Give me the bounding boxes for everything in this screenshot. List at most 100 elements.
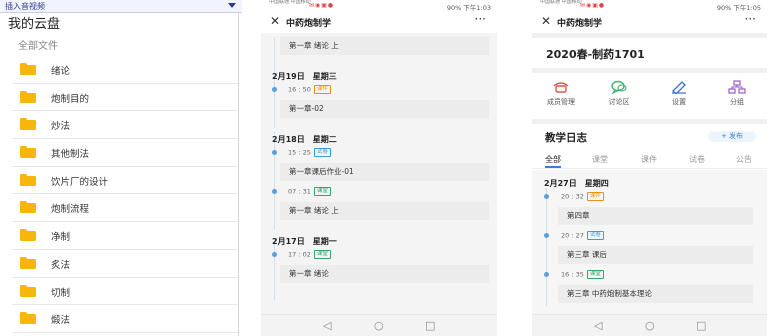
- carrier-label: 中国联通 中国移动: [540, 0, 582, 5]
- group-icon: [728, 80, 746, 94]
- log-entry[interactable]: 第三章 课后: [558, 246, 753, 264]
- home-icon[interactable]: ○: [374, 320, 384, 331]
- back-icon[interactable]: ◁: [323, 320, 331, 331]
- time-text: 15 : 25: [288, 148, 311, 157]
- folder-icon: [20, 146, 36, 159]
- more-icon[interactable]: ···: [745, 12, 756, 26]
- menu-label: 设置: [672, 98, 686, 106]
- folder-icon: [20, 229, 36, 242]
- page-title: 我的云盘: [8, 17, 61, 32]
- log-entry[interactable]: 第一章课后作业-01: [280, 163, 489, 181]
- folder-name: 炮制目的: [51, 93, 90, 105]
- time-text: 20 : 32: [561, 192, 584, 201]
- recent-apps-icon[interactable]: □: [696, 320, 706, 331]
- folder-row[interactable]: 绪论: [0, 56, 242, 84]
- insert-media-bar[interactable]: 插入音视频: [0, 0, 242, 13]
- back-icon[interactable]: ◁: [594, 320, 602, 331]
- folder-name: 其他制法: [51, 149, 90, 161]
- menu-group[interactable]: 分组: [712, 80, 762, 107]
- home-icon[interactable]: ○: [645, 320, 655, 331]
- folder-row[interactable]: 切制: [0, 278, 242, 306]
- folder-icon: [20, 63, 36, 75]
- time-text: 17 : 02: [288, 250, 311, 259]
- tab-courseware[interactable]: 课件: [641, 154, 657, 165]
- course-title: 中药炮制学: [557, 19, 603, 29]
- type-tag: 试卷: [313, 148, 331, 157]
- log-entry[interactable]: 第一章 绪论: [280, 265, 489, 283]
- menu-members[interactable]: 成员管理: [536, 80, 586, 107]
- log-entry[interactable]: 第一章-02: [280, 100, 489, 118]
- folder-name: 煅法: [51, 315, 71, 327]
- system-nav-bar: ◁ ○ □: [532, 314, 767, 336]
- recent-apps-icon[interactable]: □: [425, 320, 435, 331]
- log-time: 16 : 35 课堂: [561, 270, 604, 279]
- folder-icon: [20, 90, 36, 103]
- time-text: 16 : 50: [288, 85, 311, 94]
- log-time: 20 : 27 试卷: [561, 231, 604, 240]
- menu-settings[interactable]: 设置: [654, 80, 704, 107]
- timeline-dot: [272, 189, 277, 194]
- time-text: 07 : 31: [288, 187, 311, 196]
- close-icon[interactable]: ✕: [541, 14, 551, 28]
- class-detail-phone: 中国联通 中国移动 ✉◉▣● 90% 下午1:05 ✕ 中药炮制学 ··· 20…: [532, 0, 767, 336]
- timeline-dot: [544, 272, 549, 277]
- scrollbar-track[interactable]: [238, 13, 239, 336]
- log-time: 20 : 32 课件: [561, 192, 604, 201]
- settings-pen-icon: [672, 81, 686, 94]
- discussion-icon: [611, 80, 627, 94]
- menu-label: 成员管理: [547, 98, 575, 106]
- log-entry[interactable]: 第一章 绪论 上: [280, 37, 489, 55]
- log-entry[interactable]: 第四章: [558, 207, 753, 225]
- folder-row[interactable]: 炮制目的: [0, 84, 242, 112]
- folder-row[interactable]: 饮片厂的设计: [0, 167, 242, 195]
- folder-icon: [20, 256, 36, 269]
- folder-name: 绪论: [51, 66, 71, 77]
- folder-row[interactable]: 其他制法: [0, 139, 242, 167]
- folder-row[interactable]: 炮制流程: [0, 194, 242, 223]
- folder-row[interactable]: 煅法: [0, 305, 242, 333]
- teaching-log-title: 教学日志: [545, 132, 587, 144]
- folder-row[interactable]: 炙法: [0, 250, 242, 278]
- log-date: 2月17日 星期一: [272, 237, 337, 246]
- log-date: 2月27日 星期四: [544, 179, 609, 188]
- log-time: 07 : 31 课堂: [288, 187, 331, 196]
- tab-classroom[interactable]: 课堂: [592, 154, 608, 165]
- menu-discussion[interactable]: 讨论区: [594, 80, 644, 107]
- timeline-dot: [544, 233, 549, 238]
- notification-icons: ✉◉▣●: [580, 2, 606, 9]
- menu-label: 分组: [730, 98, 744, 106]
- log-feed: 2月27日 星期四 20 : 32 课件第四章 20 : 27 试卷第三章 课后 16 :…: [532, 170, 767, 314]
- dropdown-caret-icon[interactable]: [228, 3, 236, 8]
- log-time: 16 : 50 课件: [288, 85, 331, 94]
- tab-all[interactable]: 全部: [545, 154, 561, 165]
- divider: [532, 68, 767, 73]
- timeline-dot: [272, 252, 277, 257]
- log-date: 2月18日 星期二: [272, 135, 337, 144]
- timeline-dot: [272, 150, 277, 155]
- divider: [532, 33, 767, 38]
- tab-exam[interactable]: 试卷: [689, 154, 705, 165]
- folder-name: 炮制流程: [51, 204, 90, 216]
- log-entry[interactable]: 第三章 中药炮制基本理论: [558, 285, 753, 303]
- tab-notice[interactable]: 公告: [736, 154, 752, 165]
- class-name: 2020春-制药1701: [546, 48, 645, 61]
- all-files-label[interactable]: 全部文件: [18, 37, 58, 52]
- timeline-dot: [544, 194, 549, 199]
- menu-label: 讨论区: [608, 98, 630, 106]
- log-time: 15 : 25 试卷: [288, 148, 331, 157]
- folder-icon: [20, 312, 36, 325]
- timeline-line: [274, 132, 275, 230]
- folder-icon: [20, 173, 36, 186]
- time-text: 16 : 35: [561, 270, 584, 279]
- log-time: 17 : 02 课堂: [288, 250, 331, 259]
- publish-button[interactable]: + 发布: [708, 131, 756, 142]
- folder-name: 切制: [51, 287, 71, 299]
- cloud-disk-panel: 插入音视频 我的云盘 全部文件 绪论 炮制目的 炒法 其他制法 饮片厂的设计 炮…: [0, 0, 242, 336]
- active-tab-indicator: [545, 166, 561, 168]
- log-entry[interactable]: 第一章 绪论 上: [280, 202, 489, 220]
- log-tabs: 全部 课堂 课件 试卷 公告: [532, 153, 767, 169]
- folder-row[interactable]: 净制: [0, 222, 242, 250]
- timeline-dot: [272, 87, 277, 92]
- folder-row[interactable]: 炒法: [0, 111, 242, 140]
- folder-name: 净制: [51, 232, 71, 244]
